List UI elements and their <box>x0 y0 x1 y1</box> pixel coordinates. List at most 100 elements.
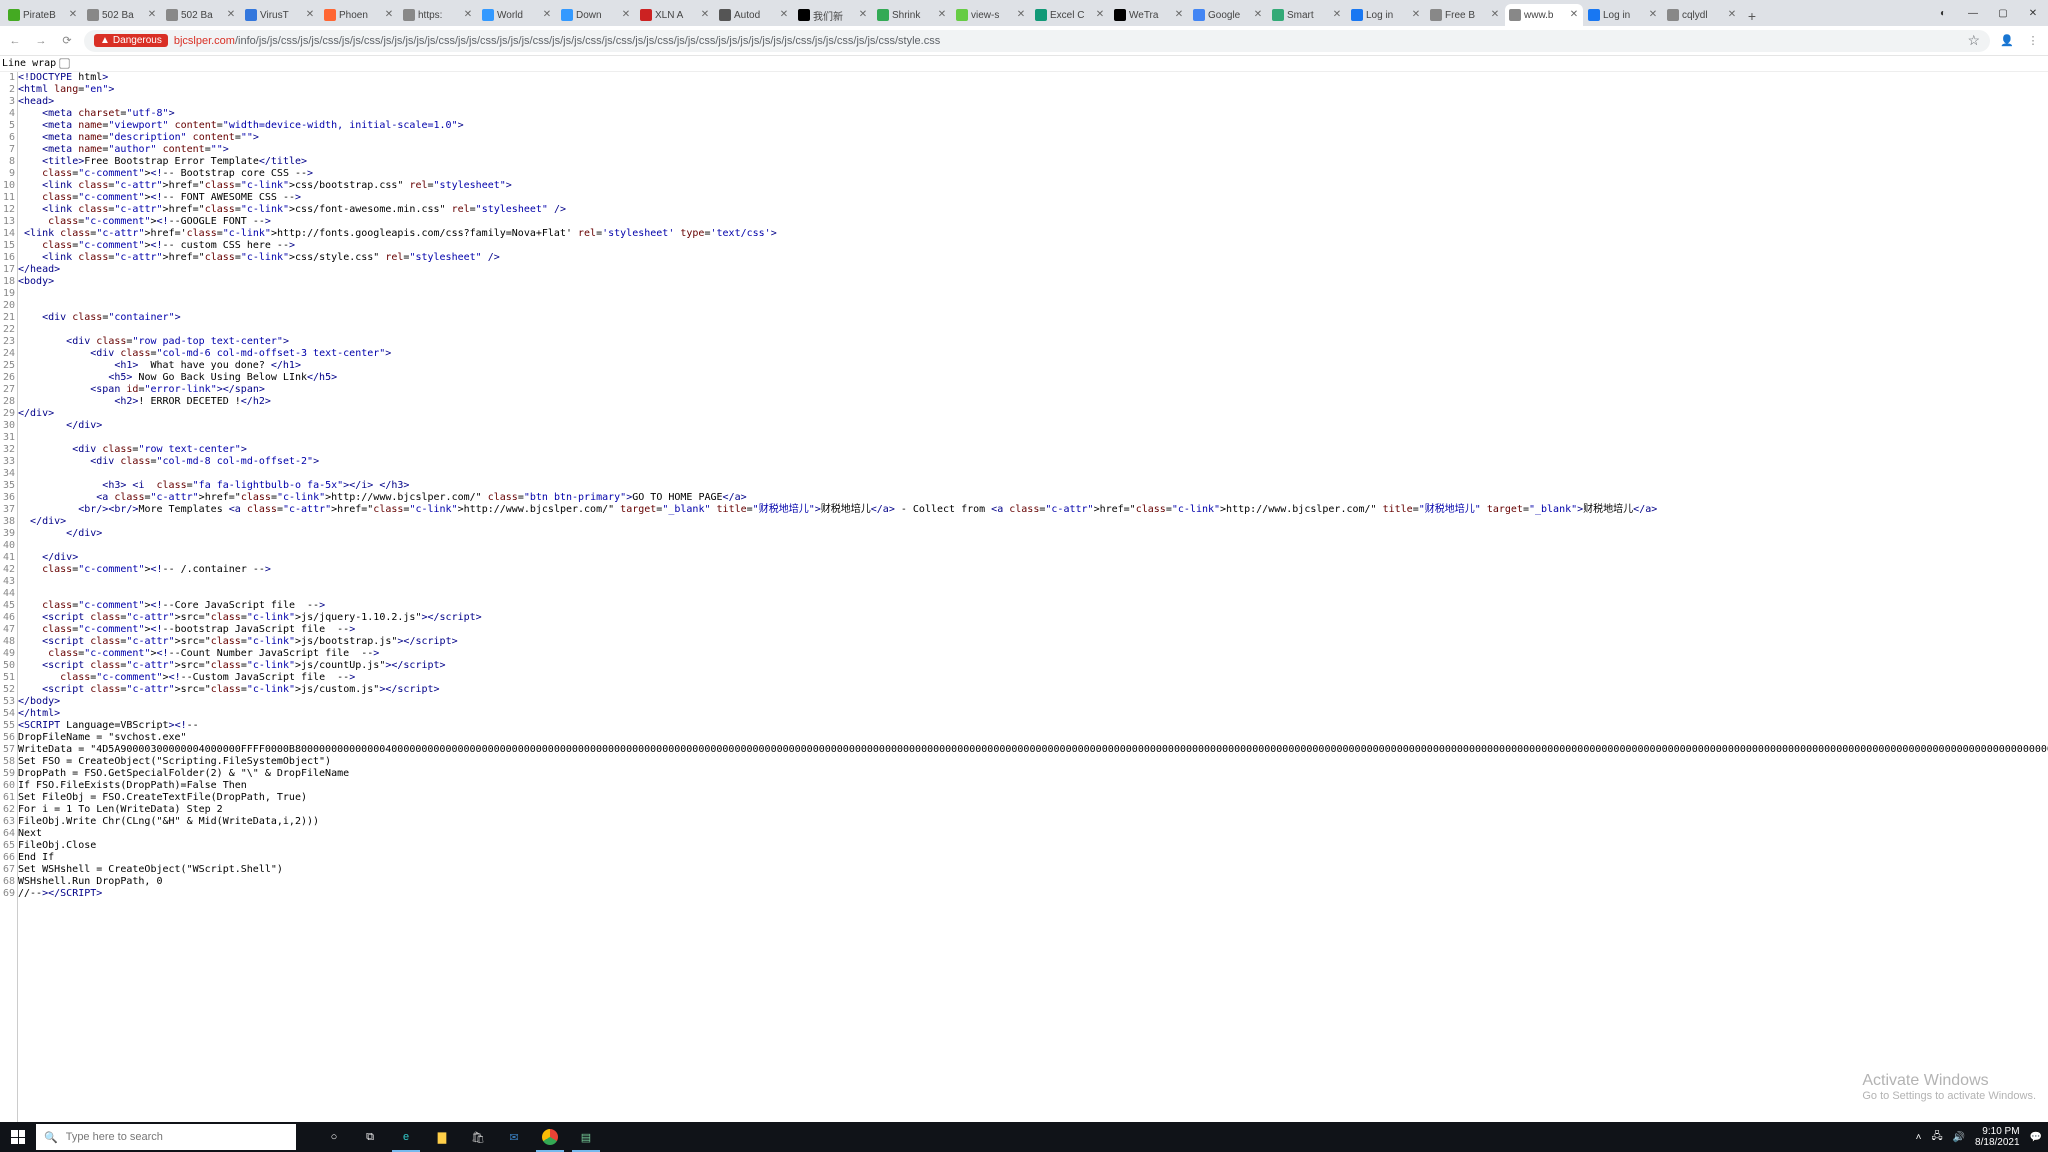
tab-close-icon[interactable]: ✕ <box>68 10 78 20</box>
taskbar-clock[interactable]: 9:10 PM 8/18/2021 <box>1975 1126 2020 1148</box>
tab-close-icon[interactable]: ✕ <box>858 10 868 20</box>
tab-title: Shrink <box>892 10 934 21</box>
network-icon[interactable]: 🖧 <box>1931 1129 1942 1146</box>
address-bar[interactable]: ▲ Dangerous bjcslper.com/info/js/js/css/… <box>84 30 1990 52</box>
favicon <box>324 9 336 21</box>
ext-icon[interactable]: ◐ <box>1928 0 1958 26</box>
favicon <box>245 9 257 21</box>
mail-icon[interactable]: ✉ <box>496 1122 532 1152</box>
browser-tab[interactable]: PirateB✕ <box>4 4 82 26</box>
line-number-gutter: 1234567891011121314151617181920212223242… <box>0 72 18 1122</box>
tab-close-icon[interactable]: ✕ <box>463 10 473 20</box>
start-button[interactable] <box>0 1122 36 1152</box>
favicon <box>1588 9 1600 21</box>
browser-tabstrip: PirateB✕502 Ba✕502 Ba✕VirusT✕Phoen✕https… <box>0 0 2048 26</box>
tab-close-icon[interactable]: ✕ <box>1648 10 1658 20</box>
tab-close-icon[interactable]: ✕ <box>1411 10 1421 20</box>
volume-icon[interactable]: 🔊 <box>1953 1132 1965 1143</box>
tab-title: Log in <box>1366 10 1408 21</box>
tab-close-icon[interactable]: ✕ <box>1095 10 1105 20</box>
tab-title: 502 Ba <box>181 10 223 21</box>
tab-close-icon[interactable]: ✕ <box>779 10 789 20</box>
tab-close-icon[interactable]: ✕ <box>621 10 631 20</box>
line-wrap-label: Line wrap <box>2 58 56 69</box>
source-code[interactable]: <!DOCTYPE html><html lang="en"><head> <m… <box>18 72 2048 1122</box>
tab-close-icon[interactable]: ✕ <box>1569 10 1579 20</box>
favicon <box>1351 9 1363 21</box>
browser-tab[interactable]: 502 Ba✕ <box>83 4 161 26</box>
favicon <box>1035 9 1047 21</box>
profile-icon[interactable]: 👤 <box>1998 32 2016 50</box>
tab-close-icon[interactable]: ✕ <box>1016 10 1026 20</box>
reload-button[interactable]: ⟳ <box>58 32 76 50</box>
browser-tab[interactable]: WeTra✕ <box>1110 4 1188 26</box>
tab-title: Down <box>576 10 618 21</box>
tab-close-icon[interactable]: ✕ <box>1332 10 1342 20</box>
tab-close-icon[interactable]: ✕ <box>1174 10 1184 20</box>
explorer-icon[interactable]: ▇ <box>424 1122 460 1152</box>
line-wrap-bar: Line wrap <box>0 56 2048 72</box>
tab-close-icon[interactable]: ✕ <box>147 10 157 20</box>
browser-tab[interactable]: Down✕ <box>557 4 635 26</box>
browser-tab[interactable]: Free B✕ <box>1426 4 1504 26</box>
task-view-icon[interactable]: ⧉ <box>352 1122 388 1152</box>
browser-tab[interactable]: https:✕ <box>399 4 477 26</box>
tab-close-icon[interactable]: ✕ <box>226 10 236 20</box>
notepadpp-icon[interactable]: ▤ <box>568 1122 604 1152</box>
browser-tab[interactable]: VirusT✕ <box>241 4 319 26</box>
tab-close-icon[interactable]: ✕ <box>384 10 394 20</box>
browser-tab[interactable]: 我们新✕ <box>794 4 872 26</box>
back-button[interactable]: ← <box>6 32 24 50</box>
browser-tab[interactable]: 502 Ba✕ <box>162 4 240 26</box>
browser-tab[interactable]: Shrink✕ <box>873 4 951 26</box>
tab-title: PirateB <box>23 10 65 21</box>
tab-close-icon[interactable]: ✕ <box>1253 10 1263 20</box>
browser-tab[interactable]: Google✕ <box>1189 4 1267 26</box>
bookmark-icon[interactable]: ☆ <box>1967 32 1980 49</box>
line-wrap-checkbox[interactable] <box>59 58 69 68</box>
favicon <box>1193 9 1205 21</box>
tab-close-icon[interactable]: ✕ <box>1490 10 1500 20</box>
notifications-icon[interactable]: 💬 <box>2030 1132 2042 1143</box>
tab-close-icon[interactable]: ✕ <box>937 10 947 20</box>
search-placeholder: Type here to search <box>66 1131 163 1143</box>
browser-tab[interactable]: cqlydl✕ <box>1663 4 1741 26</box>
browser-tab[interactable]: Excel C✕ <box>1031 4 1109 26</box>
tray-chevron-icon[interactable]: ˄ <box>1916 1132 1922 1143</box>
store-icon[interactable]: 🛍 <box>460 1122 496 1152</box>
cortana-icon[interactable]: ○ <box>316 1122 352 1152</box>
system-tray[interactable]: ˄ 🖧 🔊 9:10 PM 8/18/2021 💬 <box>1916 1126 2048 1148</box>
browser-tab[interactable]: Autod✕ <box>715 4 793 26</box>
minimize-button[interactable]: — <box>1958 0 1988 26</box>
new-tab-button[interactable]: + <box>1742 6 1762 26</box>
favicon <box>640 9 652 21</box>
source-viewport[interactable]: 1234567891011121314151617181920212223242… <box>0 72 2048 1122</box>
favicon <box>166 9 178 21</box>
browser-tab[interactable]: Smart✕ <box>1268 4 1346 26</box>
tab-close-icon[interactable]: ✕ <box>700 10 710 20</box>
tab-close-icon[interactable]: ✕ <box>542 10 552 20</box>
tab-close-icon[interactable]: ✕ <box>305 10 315 20</box>
tab-title: 我们新 <box>813 8 855 23</box>
chrome-icon[interactable] <box>532 1122 568 1152</box>
menu-icon[interactable]: ⋮ <box>2024 32 2042 50</box>
browser-tab[interactable]: Log in✕ <box>1347 4 1425 26</box>
browser-tab[interactable]: World✕ <box>478 4 556 26</box>
browser-tab[interactable]: Log in✕ <box>1584 4 1662 26</box>
danger-badge: ▲ Dangerous <box>94 34 168 47</box>
tab-close-icon[interactable]: ✕ <box>1727 10 1737 20</box>
edge-icon[interactable]: e <box>388 1122 424 1152</box>
taskbar-search[interactable]: 🔍 Type here to search <box>36 1124 296 1150</box>
tab-title: Log in <box>1603 10 1645 21</box>
browser-tab[interactable]: XLN A✕ <box>636 4 714 26</box>
favicon <box>561 9 573 21</box>
favicon <box>87 9 99 21</box>
search-icon: 🔍 <box>44 1131 58 1144</box>
maximize-button[interactable]: ▢ <box>1988 0 2018 26</box>
taskbar: 🔍 Type here to search ○ ⧉ e ▇ 🛍 ✉ ▤ ˄ 🖧 … <box>0 1122 2048 1152</box>
forward-button[interactable]: → <box>32 32 50 50</box>
close-window-button[interactable]: ✕ <box>2018 0 2048 26</box>
browser-tab[interactable]: Phoen✕ <box>320 4 398 26</box>
browser-tab[interactable]: www.b✕ <box>1505 4 1583 26</box>
browser-tab[interactable]: view-s✕ <box>952 4 1030 26</box>
